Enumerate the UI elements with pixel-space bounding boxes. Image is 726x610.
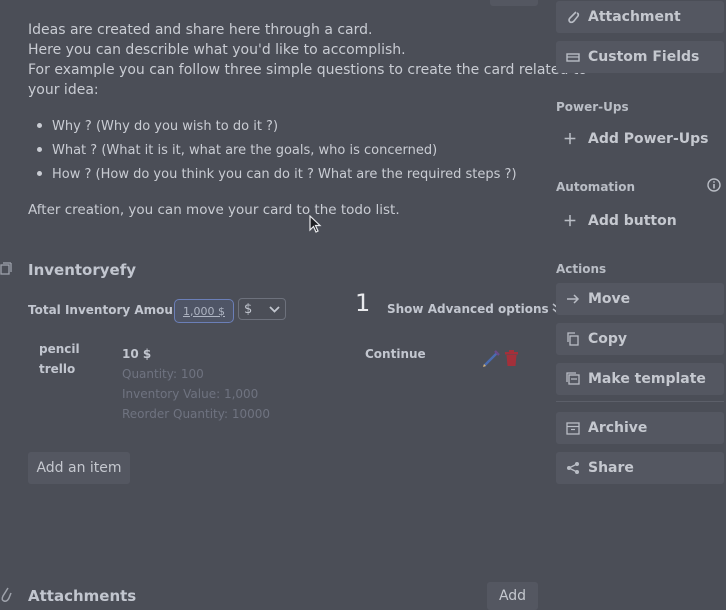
custom-fields-icon [565, 49, 581, 65]
item-price: 10 $ [122, 347, 152, 361]
chevron-down-icon [269, 306, 280, 313]
move-button-label: Move [588, 291, 631, 307]
make-template-button-label: Make template [588, 371, 706, 387]
description-line: Here you can describle what you'd like t… [28, 42, 406, 58]
paperclip-icon [1, 587, 12, 602]
add-button-link[interactable]: ＋ Add button [562, 211, 677, 231]
total-inventory-label: Total Inventory Amount: [28, 303, 193, 317]
item-name-line: trello [39, 362, 76, 376]
attachment-button-label: Attachment [588, 9, 681, 25]
archive-icon [565, 420, 581, 436]
advanced-options-label: Show Advanced options [387, 302, 549, 316]
continue-link[interactable]: Continue [365, 347, 426, 361]
attachments-add-label: Add [498, 588, 527, 604]
total-value: 1,000 $ [183, 304, 225, 318]
bullet-item: Why ? (Why do you wish to do it ?) [37, 119, 278, 134]
add-powerups-label: Add Power-Ups [588, 131, 709, 147]
currency-select[interactable]: $ [238, 298, 286, 320]
copy-button-label: Copy [588, 331, 628, 347]
move-button[interactable]: Move [556, 283, 724, 315]
bullet-item: What ? (What it is it, what are the goal… [37, 143, 437, 158]
arrow-right-icon [565, 291, 581, 307]
powerups-heading: Power-Ups [556, 100, 629, 114]
template-icon [565, 371, 581, 387]
item-inventory-value: Inventory Value: 1,000 [122, 387, 259, 401]
mouse-cursor-icon [309, 215, 322, 233]
share-button-label: Share [588, 460, 634, 476]
step-number-badge: 1 [355, 289, 371, 317]
add-item-button[interactable]: Add an item [28, 452, 130, 484]
automation-heading: Automation [556, 180, 636, 194]
inventory-title: Inventoryefy [28, 261, 137, 279]
info-icon[interactable] [707, 178, 721, 192]
share-icon [565, 460, 581, 476]
sidebar-divider [556, 401, 724, 402]
share-button[interactable]: Share [556, 452, 724, 484]
add-item-label: Add an item [36, 460, 122, 476]
paperclip-icon [565, 9, 581, 25]
top-cut-button[interactable] [490, 0, 538, 6]
copy-icon [565, 331, 581, 347]
delete-trash-icon[interactable] [504, 350, 519, 367]
inventory-icon [0, 262, 12, 275]
description-line: your idea: [28, 82, 99, 98]
plus-icon: ＋ [563, 214, 577, 230]
copy-button[interactable]: Copy [556, 323, 724, 355]
add-button-label: Add button [588, 213, 677, 229]
show-advanced-options[interactable]: Show Advanced options [387, 302, 565, 316]
item-reorder-quantity: Reorder Quantity: 10000 [122, 407, 271, 421]
custom-fields-button[interactable]: Custom Fields [556, 41, 724, 73]
currency-value: $ [244, 301, 253, 317]
attachment-button[interactable]: Attachment [556, 1, 724, 33]
item-name-line: pencil [39, 342, 80, 356]
total-value-badge: 1,000 $ [174, 299, 234, 323]
description-line: Ideas are created and share here through… [28, 22, 373, 38]
custom-fields-button-label: Custom Fields [588, 49, 700, 65]
plus-icon: ＋ [563, 132, 577, 148]
add-powerups-link[interactable]: ＋ Add Power-Ups [562, 129, 709, 149]
actions-heading: Actions [556, 262, 607, 276]
description-line: For example you can follow three simple … [28, 62, 587, 78]
attachments-title: Attachments [28, 587, 137, 605]
item-quantity: Quantity: 100 [122, 367, 204, 381]
archive-button[interactable]: Archive [556, 412, 724, 444]
edit-pencil-icon[interactable] [482, 350, 500, 368]
description-footer: After creation, you can move your card t… [28, 202, 400, 218]
make-template-button[interactable]: Make template [556, 363, 724, 395]
bullet-item: How ? (How do you think you can do it ? … [37, 167, 517, 182]
archive-button-label: Archive [588, 420, 648, 436]
